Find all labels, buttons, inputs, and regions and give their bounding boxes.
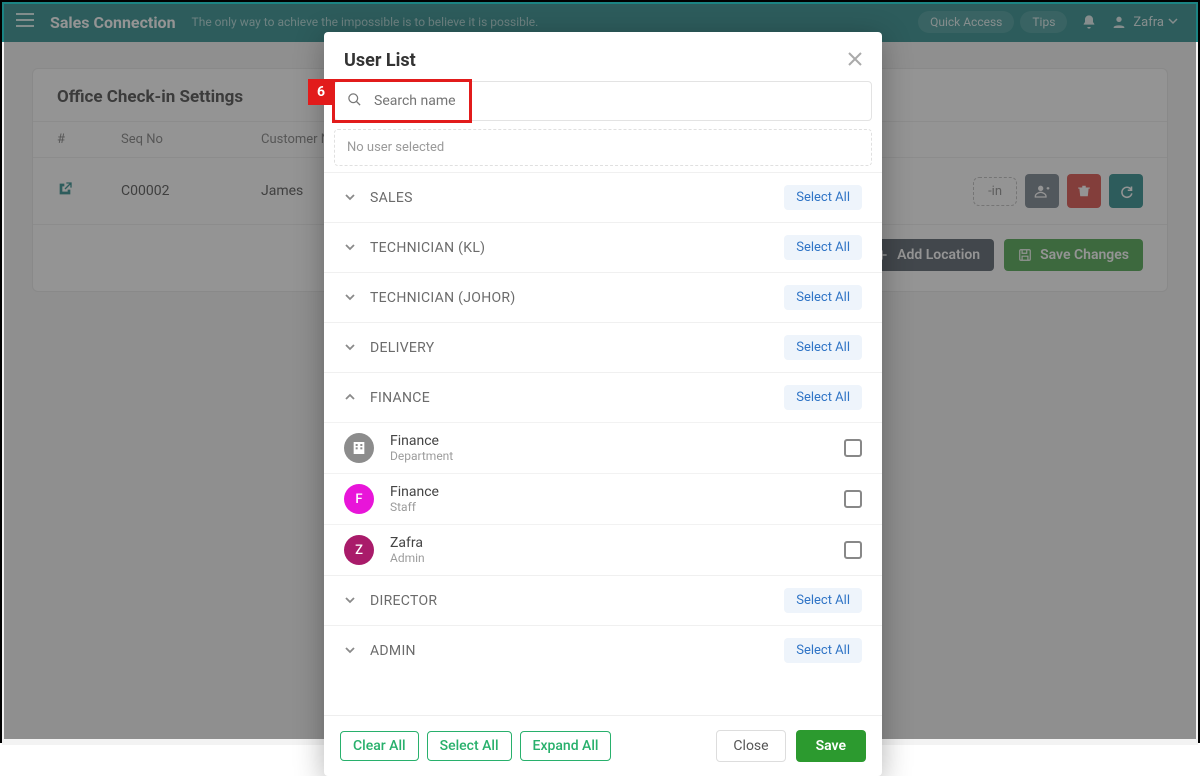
group-select-all[interactable]: Select All [784,638,862,663]
group-label: SALES [370,190,784,206]
select-all-button[interactable]: Select All [427,731,512,761]
group-row[interactable]: DELIVERY Select All [324,322,882,372]
group-row[interactable]: DIRECTOR Select All [324,575,882,625]
expand-all-button[interactable]: Expand All [520,731,612,761]
user-checkbox[interactable] [844,541,862,559]
user-role: Staff [390,500,439,514]
group-label: FINANCE [370,390,784,406]
group-label: DIRECTOR [370,593,784,609]
modal-title: User List [344,50,848,71]
close-icon[interactable] [848,51,862,70]
chevron-down-icon [344,338,356,357]
user-role: Admin [390,551,425,565]
chevron-up-icon [344,388,356,407]
user-checkbox[interactable] [844,490,862,508]
clear-all-button[interactable]: Clear All [340,731,419,761]
user-name: Zafra [390,535,425,551]
chevron-down-icon [344,591,356,610]
user-name: Finance [390,433,453,449]
user-role: Department [390,449,453,463]
user-name: Finance [390,484,439,500]
group-row[interactable]: TECHNICIAN (JOHOR) Select All [324,272,882,322]
avatar: Z [344,535,374,565]
chevron-down-icon [344,641,356,660]
selection-summary: No user selected [334,129,872,166]
close-button[interactable]: Close [716,730,785,762]
group-row[interactable]: FINANCE Select All [324,372,882,422]
building-icon [344,433,374,463]
group-label: TECHNICIAN (KL) [370,240,784,256]
search-box[interactable] [334,81,872,121]
user-checkbox[interactable] [844,439,862,457]
group-label: TECHNICIAN (JOHOR) [370,290,784,306]
callout-badge: 6 [308,79,334,105]
user-row[interactable]: F Finance Staff [324,473,882,524]
group-select-all[interactable]: Select All [784,285,862,310]
chevron-down-icon [344,238,356,257]
group-label: DELIVERY [370,340,784,356]
save-button[interactable]: Save [796,730,866,762]
group-select-all[interactable]: Select All [784,335,862,360]
user-row[interactable]: Z Zafra Admin [324,524,882,575]
user-list-modal: User List 6 No user selected SALES Selec… [324,32,882,776]
group-label: ADMIN [370,643,784,659]
group-row[interactable]: TECHNICIAN (KL) Select All [324,222,882,272]
group-select-all[interactable]: Select All [784,385,862,410]
group-list: SALES Select All TECHNICIAN (KL) Select … [324,172,882,675]
group-select-all[interactable]: Select All [784,235,862,260]
user-row[interactable]: Finance Department [324,422,882,473]
search-input[interactable] [374,93,859,109]
avatar: F [344,484,374,514]
group-row[interactable]: SALES Select All [324,172,882,222]
group-select-all[interactable]: Select All [784,185,862,210]
group-select-all[interactable]: Select All [784,588,862,613]
chevron-down-icon [344,288,356,307]
search-icon [347,92,374,111]
group-row[interactable]: ADMIN Select All [324,625,882,675]
chevron-down-icon [344,188,356,207]
